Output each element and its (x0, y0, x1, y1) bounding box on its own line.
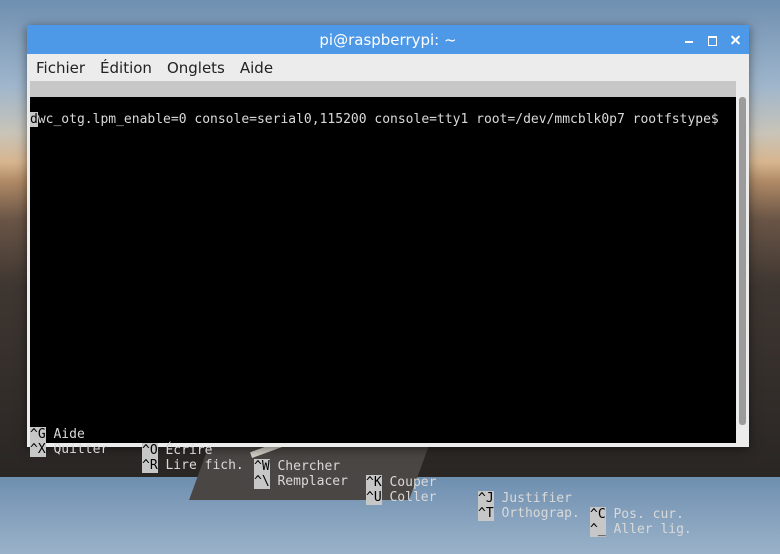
shortcut-chercher[interactable]: ^W Chercher (254, 459, 340, 475)
shortcut-orthograp[interactable]: ^T Orthograp. (478, 506, 580, 522)
shortcut-lire-fich[interactable]: ^R Lire fich. (142, 458, 244, 474)
menu-bar: Fichier Édition Onglets Aide (27, 54, 749, 81)
minimize-icon[interactable] (683, 34, 695, 46)
close-icon[interactable] (729, 34, 741, 46)
terminal-window: pi@raspberrypi: ~ Fichier Édition Onglet… (27, 25, 749, 537)
menu-edition[interactable]: Édition (100, 59, 152, 77)
shortcut-couper[interactable]: ^K Couper (366, 475, 436, 491)
menu-onglets[interactable]: Onglets (167, 59, 225, 77)
menu-aide[interactable]: Aide (240, 59, 273, 77)
window-title: pi@raspberrypi: ~ (319, 30, 457, 49)
shortcut-justifier[interactable]: ^J Justifier (478, 491, 572, 507)
scrollbar-thumb[interactable] (739, 97, 746, 425)
nano-header: GNU nano 2.7.4 Fichier : /boot/cmdline.t… (30, 81, 736, 128)
shortcut-remplacer[interactable]: ^\ Remplacer (254, 474, 348, 490)
file-content-line[interactable]: dwc_otg.lpm_enable=0 console=serial0,115… (30, 112, 719, 128)
vertical-scrollbar[interactable] (736, 81, 749, 443)
window-controls (683, 25, 741, 54)
menu-fichier[interactable]: Fichier (36, 59, 85, 77)
maximize-icon[interactable] (706, 34, 718, 46)
nano-version: GNU nano 2.7.4 (44, 97, 154, 112)
shortcut-pos-cur[interactable]: ^C Pos. cur. (590, 507, 684, 523)
shortcut-row-1: ^G Aide ^O Écrire ^W Chercher ^K Couper … (30, 411, 684, 522)
terminal-area[interactable]: GNU nano 2.7.4 Fichier : /boot/cmdline.t… (30, 81, 736, 537)
line-text: wc_otg.lpm_enable=0 console=serial0,1152… (37, 112, 719, 127)
title-bar[interactable]: pi@raspberrypi: ~ (27, 25, 749, 54)
shortcut-coller[interactable]: ^U Coller (366, 490, 436, 506)
shortcut-ecrire[interactable]: ^O Écrire (142, 443, 212, 459)
shortcut-quitter[interactable]: ^X Quitter (30, 442, 108, 458)
shortcut-row-2: ^X Quitter ^R Lire fich. ^\ Remplacer ^U… (30, 426, 692, 537)
shortcut-aller-lig[interactable]: ^_ Aller lig. (590, 522, 692, 538)
text-cursor: d (30, 112, 38, 127)
